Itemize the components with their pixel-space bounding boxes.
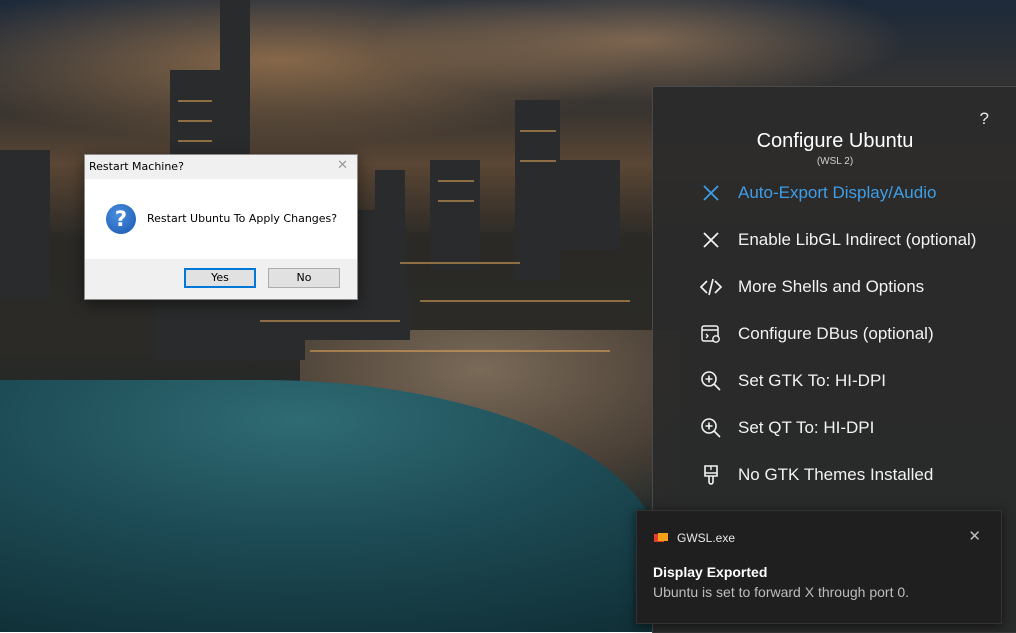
menu-item-label: Set QT To: HI-DPI — [738, 418, 875, 437]
no-button[interactable]: No — [268, 268, 340, 288]
menu-item-label: Enable LibGL Indirect (optional) — [738, 230, 977, 249]
menu-item-gtk-themes[interactable]: No GTK Themes Installed — [699, 461, 1009, 489]
menu-item-configure-dbus[interactable]: Configure DBus (optional) — [699, 320, 1009, 348]
dialog-close-icon[interactable]: ✕ — [337, 158, 348, 173]
panel-title: Configure Ubuntu — [756, 130, 914, 152]
panel-subtitle: (WSL 2) — [816, 156, 854, 167]
menu-item-label: Configure DBus (optional) — [738, 324, 934, 343]
menu-item-label: No GTK Themes Installed — [738, 465, 934, 484]
toast-app-name: GWSL.exe — [677, 531, 736, 545]
menu-item-libgl-indirect[interactable]: Enable LibGL Indirect (optional) — [699, 226, 1009, 254]
zoom-in-icon — [701, 371, 721, 391]
dialog-body: ? Restart Ubuntu To Apply Changes? — [85, 179, 357, 259]
dialog-title: Restart Machine? — [89, 160, 184, 173]
paint-brush-icon — [704, 465, 718, 485]
menu-item-label: Auto-Export Display/Audio — [738, 183, 937, 202]
restart-dialog: Restart Machine? ✕ ? Restart Ubuntu To A… — [84, 154, 358, 300]
close-icon — [703, 185, 719, 201]
settings-script-icon — [701, 325, 720, 343]
menu-item-auto-export[interactable]: Auto-Export Display/Audio — [699, 179, 1009, 207]
yes-button[interactable]: Yes — [184, 268, 256, 288]
toast-title: Display Exported — [653, 564, 768, 580]
toast-close-icon[interactable]: ✕ — [968, 527, 981, 545]
gwsl-app-icon — [654, 533, 668, 542]
menu-item-qt-hidpi[interactable]: Set QT To: HI-DPI — [699, 414, 1009, 442]
close-icon — [703, 232, 719, 248]
zoom-in-icon — [701, 418, 721, 438]
menu-item-label: Set GTK To: HI-DPI — [738, 371, 887, 390]
menu-item-gtk-hidpi[interactable]: Set GTK To: HI-DPI — [699, 367, 1009, 395]
toast-body: Ubuntu is set to forward X through port … — [653, 584, 910, 600]
toast-notification[interactable]: GWSL.exe ✕ Display Exported Ubuntu is se… — [636, 510, 1002, 624]
dialog-message: Restart Ubuntu To Apply Changes? — [147, 212, 338, 225]
menu-item-label: More Shells and Options — [738, 277, 925, 296]
menu-item-more-shells[interactable]: More Shells and Options — [699, 273, 1009, 301]
help-button[interactable]: ? — [980, 109, 989, 129]
question-icon: ? — [106, 204, 136, 234]
code-icon — [699, 278, 723, 296]
